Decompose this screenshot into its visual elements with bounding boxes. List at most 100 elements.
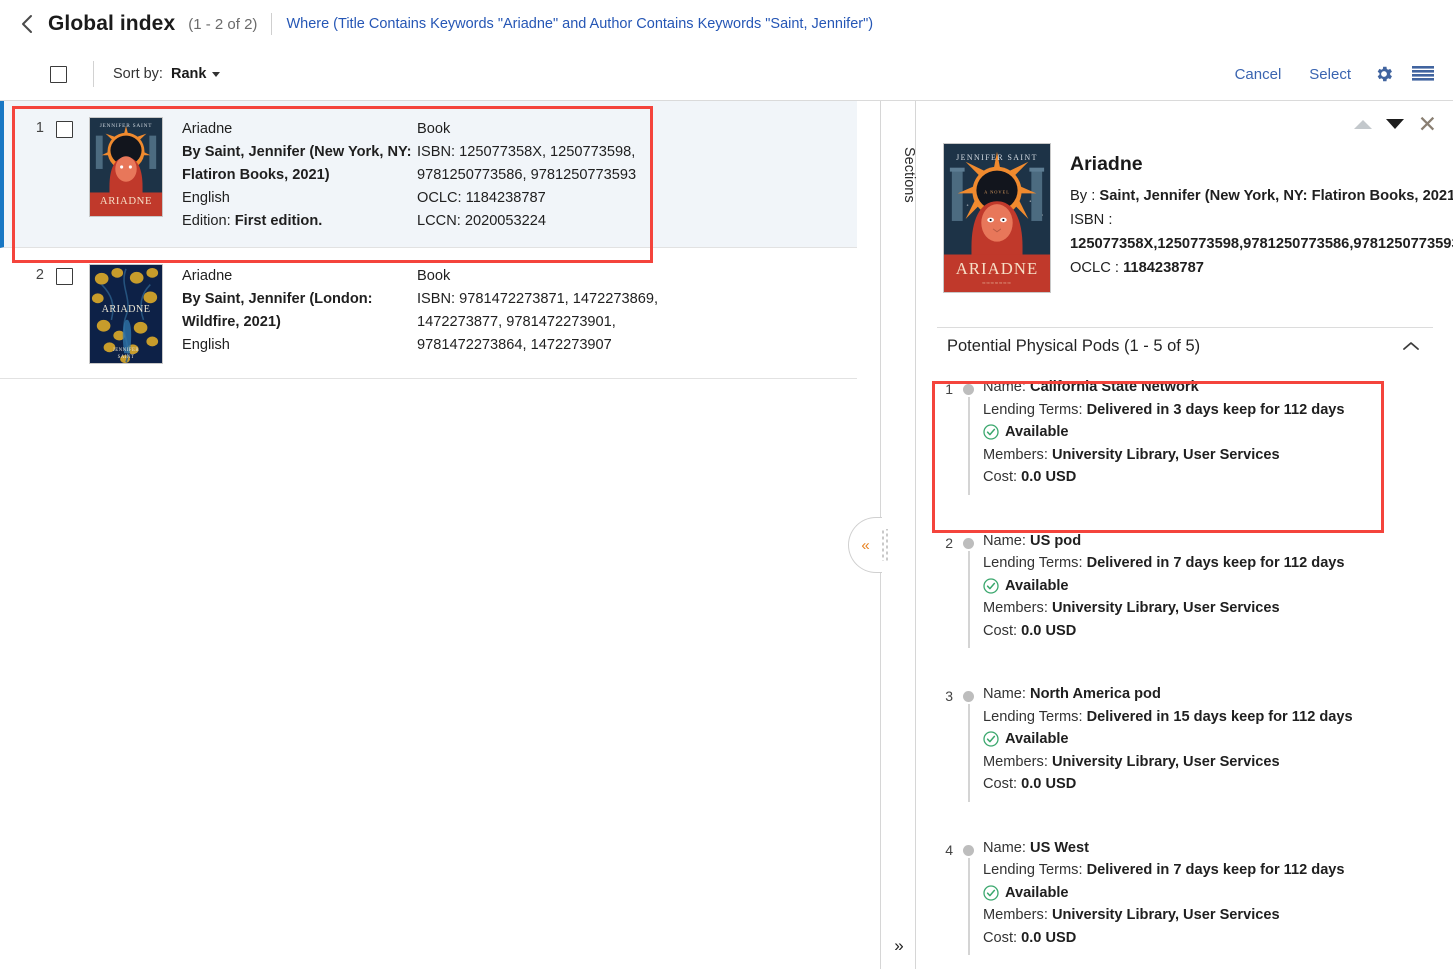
table-row[interactable]: 2 ARIADNE JENNIFER SAINT Ariadne By Sain… — [0, 248, 857, 379]
close-icon: ✕ — [1417, 110, 1437, 137]
sort-by-dropdown[interactable]: Rank — [170, 66, 221, 82]
svg-text:JENNIFER SAINT: JENNIFER SAINT — [100, 123, 153, 129]
status-badge: Available — [983, 882, 1453, 905]
search-query-link[interactable]: Where (Title Contains Keywords "Ariadne"… — [286, 16, 873, 32]
list-view-icon[interactable] — [1403, 61, 1443, 88]
pod-members-label: Members: — [983, 600, 1048, 616]
bullet-icon — [963, 691, 974, 702]
list-item[interactable]: 4 Name: US West Lending Terms: Delivered… — [939, 826, 1453, 958]
bullet-icon — [963, 844, 974, 856]
result-primary-info: Ariadne By Saint, Jennifer (London: Wild… — [182, 264, 412, 364]
pod-lending-terms-value: Delivered in 7 days keep for 112 days — [1086, 862, 1345, 878]
cancel-button[interactable]: Cancel — [1221, 60, 1296, 89]
pod-lending-terms-label: Lending Terms: — [983, 401, 1083, 418]
status-badge: Available — [983, 421, 1453, 444]
detail-header: A NOVEL ARIADNE ≈≈≈≈≈≈≈ JENNIFER SAINT A… — [917, 137, 1453, 293]
result-isbn: ISBN: 125077358X, 1250773598, 9781250773… — [417, 144, 637, 183]
result-oclc: OCLC: 1184238787 — [417, 190, 546, 206]
triangle-down-icon — [1385, 119, 1404, 129]
pod-cost-label: Cost: — [983, 469, 1018, 485]
result-primary-info: Ariadne By Saint, Jennifer (New York, NY… — [182, 117, 412, 233]
pod-timeline — [953, 529, 983, 648]
potential-physical-pods-header[interactable]: Potential Physical Pods (1 - 5 of 5) — [937, 327, 1433, 365]
select-button[interactable]: Select — [1295, 60, 1365, 89]
pod-members-label: Members: — [983, 907, 1048, 923]
check-circle-icon — [983, 885, 999, 901]
result-title[interactable]: Ariadne — [182, 118, 412, 141]
triangle-up-icon — [1353, 119, 1372, 129]
result-edition-value: First edition. — [234, 213, 323, 229]
header-divider — [271, 13, 273, 35]
check-circle-icon — [983, 578, 999, 594]
svg-text:ARIADNE: ARIADNE — [956, 259, 1039, 278]
detail-book-cover: A NOVEL ARIADNE ≈≈≈≈≈≈≈ JENNIFER SAINT — [943, 143, 1051, 293]
pod-lending-terms-label: Lending Terms: — [983, 862, 1083, 878]
check-circle-icon — [983, 424, 999, 440]
pod-index: 4 — [945, 841, 953, 858]
pod-cost-value: 0.0 USD — [1021, 469, 1077, 485]
pod-timeline — [953, 682, 983, 802]
result-title[interactable]: Ariadne — [182, 265, 412, 288]
pod-availability: Available — [1005, 577, 1069, 594]
row-checkbox[interactable] — [56, 121, 73, 138]
result-lccn: LCCN: 2020053224 — [417, 213, 547, 229]
results-list: 1 ARIADNE JENNIFER SAINT Ariadne By Sain… — [0, 101, 880, 969]
chevron-down-icon — [212, 71, 221, 77]
next-record-button[interactable] — [1385, 119, 1404, 129]
pod-availability: Available — [1005, 731, 1069, 747]
detail-oclc-label: OCLC : — [1070, 260, 1119, 276]
pod-lending-terms-value: Delivered in 3 days keep for 112 days — [1086, 401, 1345, 418]
pod-name-label: Name: — [983, 379, 1026, 395]
bullet-icon — [963, 537, 974, 549]
back-chevron-icon[interactable] — [14, 11, 40, 37]
pod-availability: Available — [1005, 884, 1069, 901]
pod-details: Name: US West Lending Terms: Delivered i… — [983, 836, 1453, 950]
pod-members-value: University Library, User Services — [1051, 446, 1280, 463]
panel-collapse-handle[interactable]: « — [848, 517, 889, 573]
result-secondary-info: Book ISBN: 9781472273871, 1472273869, 14… — [417, 264, 667, 364]
pod-name-value: North America pod — [1030, 686, 1161, 702]
select-all-checkbox[interactable] — [50, 65, 67, 83]
svg-text:JENNIFER SAINT: JENNIFER SAINT — [956, 153, 1038, 162]
table-row[interactable]: 1 ARIADNE JENNIFER SAINT Ariadne By Sain… — [0, 101, 857, 248]
pod-cost-value: 0.0 USD — [1021, 929, 1077, 946]
result-isbn: ISBN: 9781472273871, 1472273869, 1472273… — [417, 291, 659, 353]
timeline-line — [967, 857, 970, 955]
detail-isbn-value: 125077358X,1250773598,9781250773586,9781… — [1070, 236, 1453, 252]
row-index: 2 — [35, 267, 44, 283]
svg-text:JENNIFER: JENNIFER — [113, 348, 140, 353]
chevron-double-right-icon[interactable]: » — [881, 931, 917, 961]
timeline-line — [967, 397, 970, 495]
sections-label: Sections — [901, 147, 917, 203]
pod-name-label: Name: — [983, 839, 1026, 856]
sort-by-label: Sort by: — [113, 66, 163, 82]
sort-toolbar: Sort by: Rank Cancel Select — [0, 48, 1453, 101]
result-language: English — [182, 190, 230, 206]
row-checkbox[interactable] — [56, 268, 73, 285]
result-author: By Saint, Jennifer (New York, NY: Flatir… — [182, 144, 412, 183]
svg-text:ARIADNE: ARIADNE — [102, 304, 151, 315]
book-cover-thumbnail: ARIADNE JENNIFER SAINT — [89, 264, 163, 364]
list-item[interactable]: 3 Name: North America pod Lending Terms:… — [939, 672, 1453, 804]
close-panel-button[interactable]: ✕ — [1417, 110, 1437, 137]
toolbar-divider — [93, 61, 94, 87]
sort-by-value: Rank — [170, 66, 207, 82]
detail-by-label: By : — [1070, 188, 1096, 204]
pod-timeline — [953, 836, 983, 955]
svg-text:ARIADNE: ARIADNE — [100, 195, 152, 207]
list-item[interactable]: 2 Name: US pod Lending Terms: Delivered … — [939, 519, 1453, 651]
pod-timeline — [953, 375, 983, 495]
row-checkbox-wrap — [56, 268, 73, 364]
gear-icon[interactable] — [1365, 60, 1403, 88]
timeline-line — [967, 550, 970, 648]
pod-members-value: University Library, User Services — [1051, 753, 1280, 770]
chevron-up-icon[interactable] — [1395, 338, 1427, 355]
list-item[interactable]: 1 Name: California State Network Lending… — [939, 365, 1453, 497]
page-header: Global index (1 - 2 of 2) Where (Title C… — [0, 0, 1453, 48]
previous-record-button[interactable] — [1353, 119, 1372, 129]
timeline-line — [967, 704, 970, 802]
pod-lending-terms-label: Lending Terms: — [983, 555, 1083, 571]
check-circle-icon — [983, 731, 999, 747]
pod-details: Name: North America pod Lending Terms: D… — [983, 682, 1453, 796]
row-index: 1 — [35, 120, 44, 136]
